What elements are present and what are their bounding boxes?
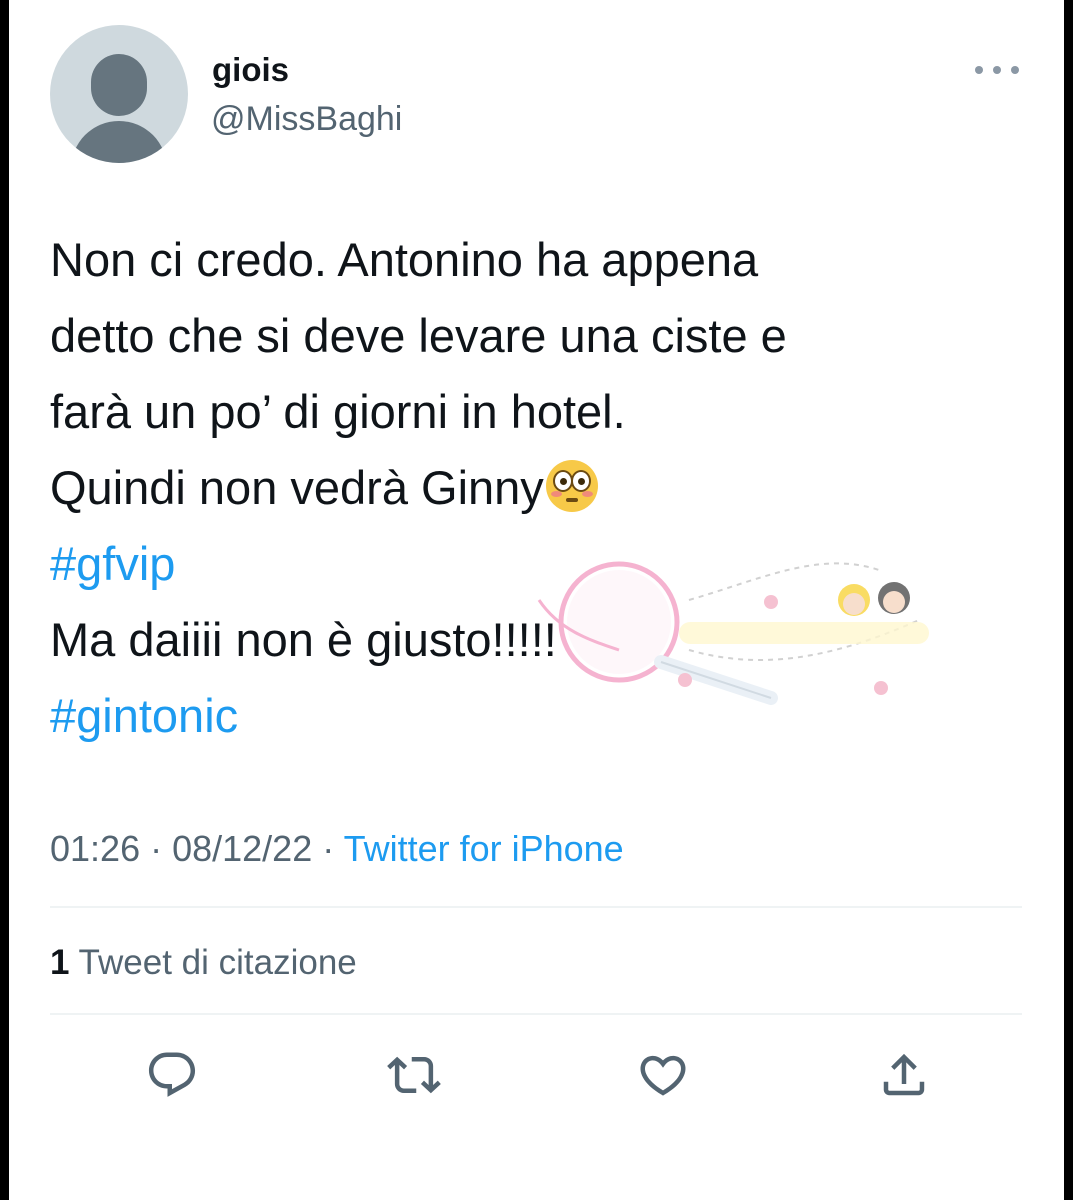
tweet-line-text: Quindi non vedrà Ginny <box>50 461 544 514</box>
divider <box>50 1013 1022 1015</box>
tweet-date[interactable]: 08/12/22 <box>172 828 312 869</box>
tweet-line: Non ci credo. Antonino ha appena <box>50 233 759 286</box>
more-options-icon[interactable] <box>975 60 1019 80</box>
share-button[interactable] <box>875 1046 933 1104</box>
divider <box>50 906 1022 908</box>
tweet-line: farà un po’ di giorni in hotel. <box>50 385 626 438</box>
flushed-face-emoji-icon <box>545 460 598 512</box>
quote-label: Tweet di citazione <box>69 943 357 982</box>
share-icon <box>883 1053 925 1096</box>
tweet-line: detto che si deve levare una ciste e <box>50 309 787 362</box>
quote-tweets-stat[interactable]: 1 Tweet di citazione <box>50 941 357 985</box>
display-name[interactable]: giois <box>212 50 289 90</box>
user-handle[interactable]: @MissBaghi <box>211 98 402 140</box>
avatar-body-shape <box>71 121 167 163</box>
tweet-line-with-emoji: Quindi non vedrà Ginny <box>50 450 1030 526</box>
meta-separator: · <box>312 828 344 869</box>
reply-icon <box>148 1052 196 1097</box>
more-dot <box>975 66 983 74</box>
retweet-icon <box>387 1056 441 1094</box>
tweet-source-link[interactable]: Twitter for iPhone <box>344 828 624 869</box>
tweet-meta: 01:26 · 08/12/22 · Twitter for iPhone <box>50 826 624 872</box>
more-dot <box>993 66 1001 74</box>
tweet-card: giois @MissBaghi Non ci credo. Antonino … <box>9 0 1064 1200</box>
like-icon <box>640 1055 686 1096</box>
quote-count: 1 <box>50 943 70 982</box>
watermark-logo <box>537 561 929 705</box>
tweet-time[interactable]: 01:26 <box>50 828 140 869</box>
retweet-button[interactable] <box>385 1046 443 1104</box>
avatar-head-shape <box>91 54 147 116</box>
like-button[interactable] <box>634 1046 692 1104</box>
reply-button[interactable] <box>143 1046 201 1104</box>
avatar[interactable] <box>50 25 188 163</box>
more-dot <box>1011 66 1019 74</box>
meta-separator: · <box>140 828 173 869</box>
